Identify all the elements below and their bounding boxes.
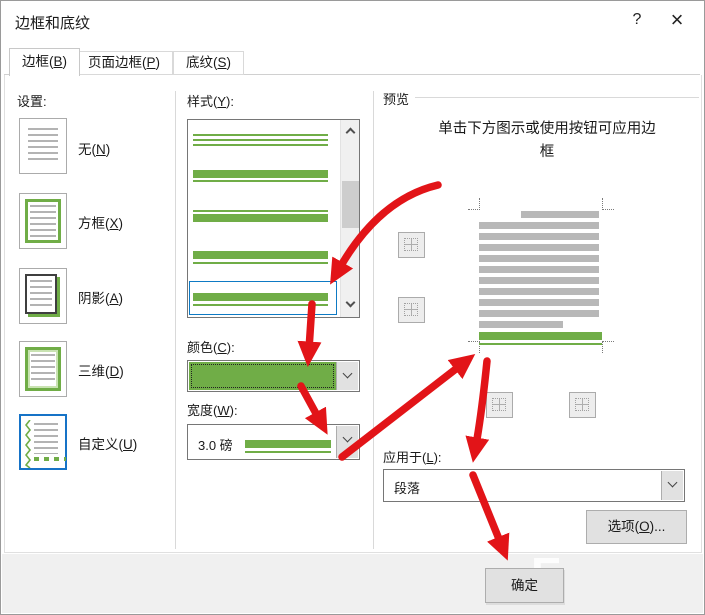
tab-shading[interactable]: 底纹(S) <box>173 51 245 75</box>
border-grid-icon <box>575 398 589 411</box>
color-label: 颜色(C): <box>187 340 235 355</box>
border-grid-icon <box>492 398 506 411</box>
setting-label-shadow[interactable]: 阴影(A) <box>78 287 123 307</box>
corner-mark-icon <box>602 341 614 353</box>
preview-top-border-button[interactable] <box>398 232 425 258</box>
corner-mark-icon <box>468 198 480 210</box>
setting-label-box[interactable]: 方框(X) <box>78 212 123 232</box>
style-option-line[interactable] <box>193 170 328 178</box>
chevron-down-icon <box>667 477 678 488</box>
preview-label: 预览 <box>383 92 410 107</box>
setting-label-3d[interactable]: 三维(D) <box>78 360 124 380</box>
setting-label-custom[interactable]: 自定义(U) <box>78 433 137 453</box>
group-divider <box>415 97 699 98</box>
preview-diagram[interactable] <box>468 198 616 356</box>
setting-label-none[interactable]: 无(N) <box>78 138 110 158</box>
style-option-line[interactable] <box>193 210 328 212</box>
width-dropdown-button[interactable] <box>336 426 358 458</box>
setting-icon-3d[interactable] <box>19 341 67 397</box>
setting-icon-box[interactable] <box>19 193 67 249</box>
style-option-line[interactable] <box>193 134 328 136</box>
preview-bottom-border-button[interactable] <box>486 392 513 418</box>
width-label: 宽度(W): <box>187 403 238 418</box>
preview-right-border-button[interactable] <box>569 392 596 418</box>
preview-instruction: 单击下方图示或使用按钮可应用边框 <box>438 121 656 161</box>
chevron-up-icon <box>345 127 356 138</box>
chevron-down-icon <box>345 297 356 308</box>
ok-button[interactable]: 确定 <box>485 568 564 603</box>
help-icon[interactable]: ? <box>622 5 652 35</box>
style-option-line[interactable] <box>193 262 328 264</box>
column-divider <box>175 91 176 549</box>
apply-to-label: 应用于(L): <box>383 450 442 465</box>
style-listbox[interactable] <box>187 119 360 318</box>
color-dropdown[interactable] <box>187 360 360 392</box>
tab-borders[interactable]: 边框(B) <box>9 48 81 76</box>
scroll-down-button[interactable] <box>341 295 359 317</box>
zigzag-border-icon <box>25 420 32 468</box>
setting-icon-none[interactable] <box>19 118 67 174</box>
color-swatch-green <box>189 362 336 390</box>
options-button[interactable]: 选项(O)... <box>586 510 687 544</box>
width-line-preview <box>245 440 331 448</box>
setting-icon-custom-selected[interactable] <box>19 414 67 470</box>
style-option-line[interactable] <box>193 144 328 146</box>
close-icon[interactable]: × <box>662 5 692 35</box>
chevron-down-icon <box>342 432 353 443</box>
borders-and-shading-dialog: 边框和底纹 ? × 边框(B) 页面边框(P) 底纹(S) 设置: 无(N) 方… <box>0 0 705 615</box>
dialog-title: 边框和底纹 <box>15 15 91 32</box>
width-dropdown[interactable]: 3.0 磅 <box>187 424 360 460</box>
preview-bottom-border <box>479 332 602 340</box>
settings-label: 设置: <box>17 94 47 109</box>
style-selected-outline <box>189 281 337 315</box>
color-dropdown-button[interactable] <box>336 362 358 390</box>
corner-mark-icon <box>602 198 614 210</box>
tab-page-borders[interactable]: 页面边框(P) <box>75 51 174 75</box>
chevron-down-icon <box>342 368 353 379</box>
column-divider <box>373 91 374 549</box>
setting-icon-shadow[interactable] <box>19 268 67 324</box>
border-grid-icon <box>404 238 418 251</box>
dialog-footer <box>2 554 703 613</box>
apply-to-value: 段落 <box>394 481 421 496</box>
style-label: 样式(Y): <box>187 94 234 109</box>
preview-middle-border-button[interactable] <box>398 297 425 323</box>
style-scrollbar[interactable] <box>340 120 359 317</box>
apply-to-dropdown-button[interactable] <box>661 471 683 500</box>
width-value: 3.0 磅 <box>198 438 233 453</box>
style-option-line[interactable] <box>193 251 328 259</box>
border-grid-icon <box>404 303 418 316</box>
apply-to-dropdown[interactable]: 段落 <box>383 469 685 502</box>
scroll-up-button[interactable] <box>341 120 359 142</box>
style-option-line[interactable] <box>193 214 328 222</box>
style-option-line[interactable] <box>193 180 328 182</box>
title-bar: 边框和底纹 ? × <box>1 1 704 45</box>
scrollbar-thumb[interactable] <box>342 181 359 228</box>
style-option-line[interactable] <box>193 139 328 141</box>
